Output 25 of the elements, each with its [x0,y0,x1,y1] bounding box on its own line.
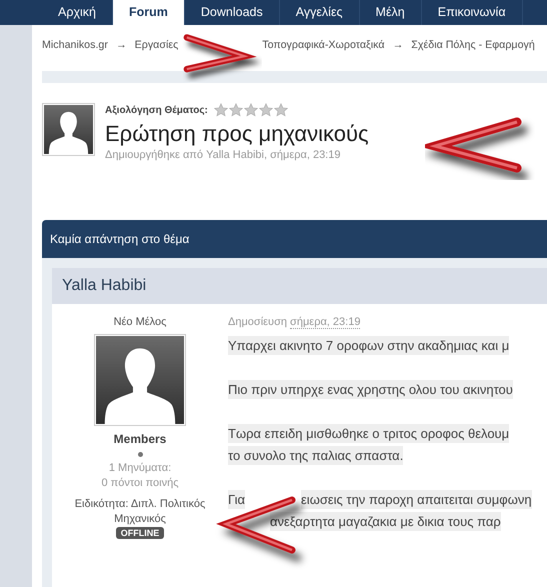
member-rank: Νέο Μέλος [114,316,166,328]
breadcrumb-link[interactable]: Σχέδια Πόλης - Εφαρμογή [411,39,535,59]
star-icon [258,103,273,117]
rating-stars[interactable] [214,103,288,117]
star-icon [228,103,243,117]
star-icon [244,103,258,117]
breadcrumb-separator: → [116,39,127,53]
breadcrumb-link[interactable]: Michanikos.gr [42,39,108,59]
breadcrumb-link[interactable]: Εργασίες [134,39,178,59]
breadcrumb-separator: → [392,39,404,53]
nav-tab[interactable]: Forum [113,0,185,25]
post-count: 1 Μηνύματα: [108,461,172,476]
offline-badge: OFFLINE [116,527,164,539]
post-author-header: Yalla Habibi [52,268,547,304]
topic-byline: Δημιουργήθηκε από Yalla Habibi, σήμερα, 23:19 [105,149,342,161]
member-group: Members [114,432,166,446]
breadcrumb-link[interactable]: Τοπογραφικά-Χωροταξικά [262,39,385,59]
star-icon [274,103,288,117]
rating-label: Αξιολόγηση Θέματος: [105,104,208,116]
replies-bar: Καμία απάντηση στο θέμα [42,220,547,258]
post-date: Δημοσίευση σήμερα, 23:19 [228,316,362,328]
warning-points: 0 πόντοι ποινής [101,476,179,491]
topic-title: Ερώτηση προς μηχανικούς [105,121,369,147]
star-icon [214,103,228,117]
member-specialty: Ειδικότητα: Διπλ. Πολιτικός Μηχανικός [74,497,206,527]
